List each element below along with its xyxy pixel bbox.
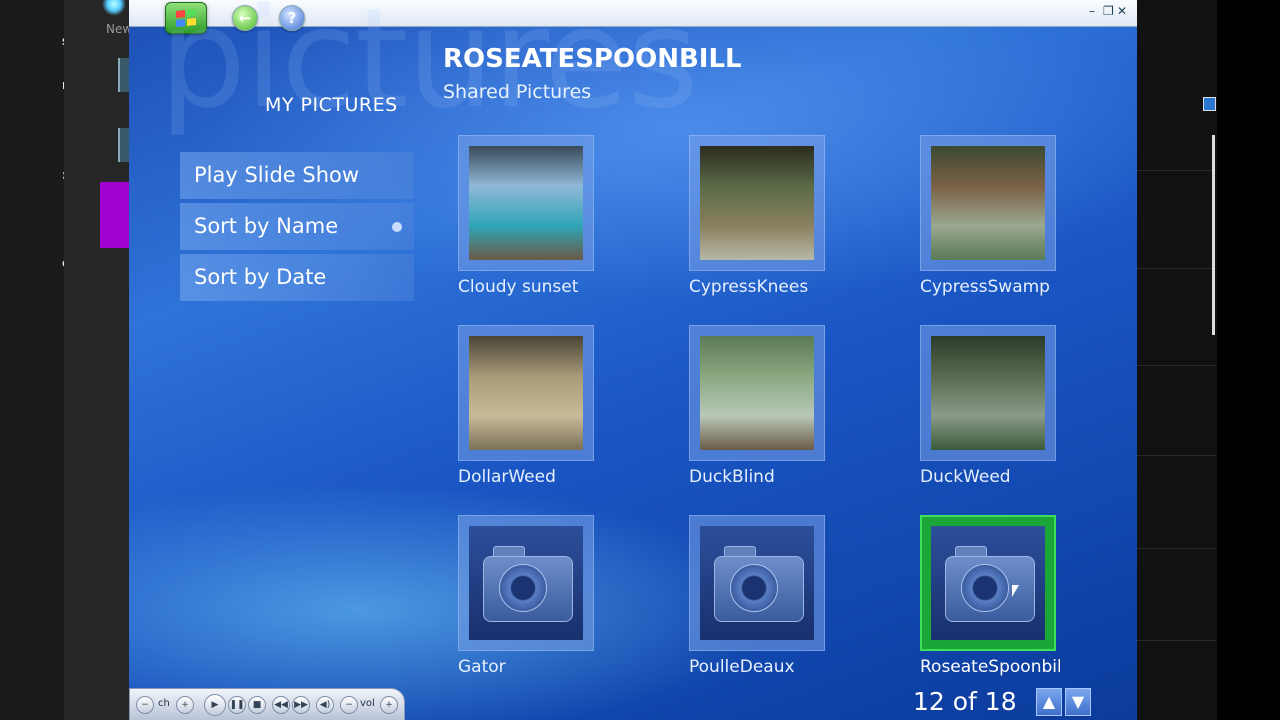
picture-tile[interactable]: Cloudy sunset — [458, 135, 594, 297]
picture-frame — [458, 135, 594, 271]
picture-tile[interactable]: Gator — [458, 515, 594, 677]
picture-caption: PoulleDeaux — [689, 657, 795, 677]
minimize-icon[interactable]: – — [1089, 4, 1095, 18]
picture-tile[interactable]: CypressSwamp — [920, 135, 1056, 297]
picture-frame — [920, 135, 1056, 271]
picture-tile[interactable]: DollarWeed — [458, 325, 594, 487]
page-up-button[interactable]: ▲ — [1036, 688, 1062, 716]
transport-controls: − ch + ▶ ❚❚ ■ ◀◀ ▶▶ ◀) − vol + — [129, 688, 405, 720]
picture-caption: CypressKnees — [689, 277, 809, 297]
host-scrollbar[interactable] — [1212, 135, 1215, 335]
picture-thumbnail — [469, 336, 583, 450]
sort-by-name-button[interactable]: Sort by Name — [180, 203, 414, 250]
host-burst-icon — [102, 0, 126, 16]
picture-frame — [689, 515, 825, 651]
play-button[interactable]: ▶ — [204, 694, 226, 716]
page-counter: 12 of 18 — [913, 687, 1017, 716]
channel-up-button[interactable]: + — [176, 696, 194, 714]
page-down-button[interactable]: ▼ — [1065, 688, 1091, 716]
picture-frame — [920, 515, 1056, 651]
picture-frame — [689, 135, 825, 271]
host-monitor-icon — [1203, 97, 1216, 111]
camera-lens — [961, 564, 1009, 612]
picture-caption: RoseateSpoonbill — [920, 657, 1060, 677]
picture-tile[interactable]: RoseateSpoonbill — [920, 515, 1060, 677]
camera-icon — [700, 526, 814, 640]
menu-label: Play Slide Show — [194, 163, 360, 187]
media-center-window: – ❐ ✕ ← ? pictures MY PICTURES ROSEATESP… — [129, 0, 1137, 720]
stop-button[interactable]: ■ — [248, 696, 266, 714]
picture-tile[interactable]: DuckBlind — [689, 325, 825, 487]
picture-tile[interactable]: PoulleDeaux — [689, 515, 825, 677]
play-slide-show-button[interactable]: Play Slide Show — [180, 152, 414, 199]
picture-tile[interactable]: CypressKnees — [689, 135, 825, 297]
fast-forward-button[interactable]: ▶▶ — [292, 696, 310, 714]
picture-thumbnail — [700, 336, 814, 450]
host-sidebar: s ns : es — [0, 0, 78, 720]
picture-thumbnail — [469, 146, 583, 260]
picture-caption: DollarWeed — [458, 467, 556, 487]
volume-down-button[interactable]: − — [340, 696, 358, 714]
mute-button[interactable]: ◀) — [316, 696, 334, 714]
picture-frame — [458, 325, 594, 461]
menu-label: Sort by Date — [194, 265, 327, 289]
page-title: ROSEATESPOONBILL — [443, 44, 742, 74]
picture-frame — [920, 325, 1056, 461]
channel-label: ch — [158, 698, 170, 709]
camera-lens — [730, 564, 778, 612]
volume-label: vol — [360, 698, 375, 709]
host-thumbnail-strip: New — [64, 0, 132, 720]
sort-by-date-button[interactable]: Sort by Date — [180, 254, 414, 301]
camera-icon — [469, 526, 583, 640]
picture-tile[interactable]: DuckWeed — [920, 325, 1056, 487]
picture-thumbnail — [931, 146, 1045, 260]
rewind-button[interactable]: ◀◀ — [272, 696, 290, 714]
volume-up-button[interactable]: + — [380, 696, 398, 714]
picture-caption: Gator — [458, 657, 506, 677]
host-right-panel — [1137, 0, 1280, 720]
camera-lens — [499, 564, 547, 612]
page-subtitle: Shared Pictures — [443, 81, 592, 103]
section-title: MY PICTURES — [265, 94, 398, 116]
pause-button[interactable]: ❚❚ — [228, 696, 246, 714]
picture-caption: DuckWeed — [920, 467, 1011, 487]
channel-down-button[interactable]: − — [136, 696, 154, 714]
picture-caption: DuckBlind — [689, 467, 775, 487]
close-icon[interactable]: ✕ — [1117, 4, 1127, 18]
camera-icon — [931, 526, 1045, 640]
picture-caption: CypressSwamp — [920, 277, 1050, 297]
picture-thumbnail — [700, 146, 814, 260]
picture-thumbnail — [931, 336, 1045, 450]
picture-frame — [458, 515, 594, 651]
restore-icon[interactable]: ❐ — [1103, 4, 1114, 18]
mouse-pointer-icon — [1012, 585, 1019, 597]
selected-dot-icon — [392, 222, 402, 232]
menu-label: Sort by Name — [194, 214, 339, 238]
side-menu: Play Slide Show Sort by Name Sort by Dat… — [180, 152, 414, 305]
picture-frame — [689, 325, 825, 461]
host-thumbnail-selected[interactable] — [100, 182, 130, 248]
picture-caption: Cloudy sunset — [458, 277, 579, 297]
